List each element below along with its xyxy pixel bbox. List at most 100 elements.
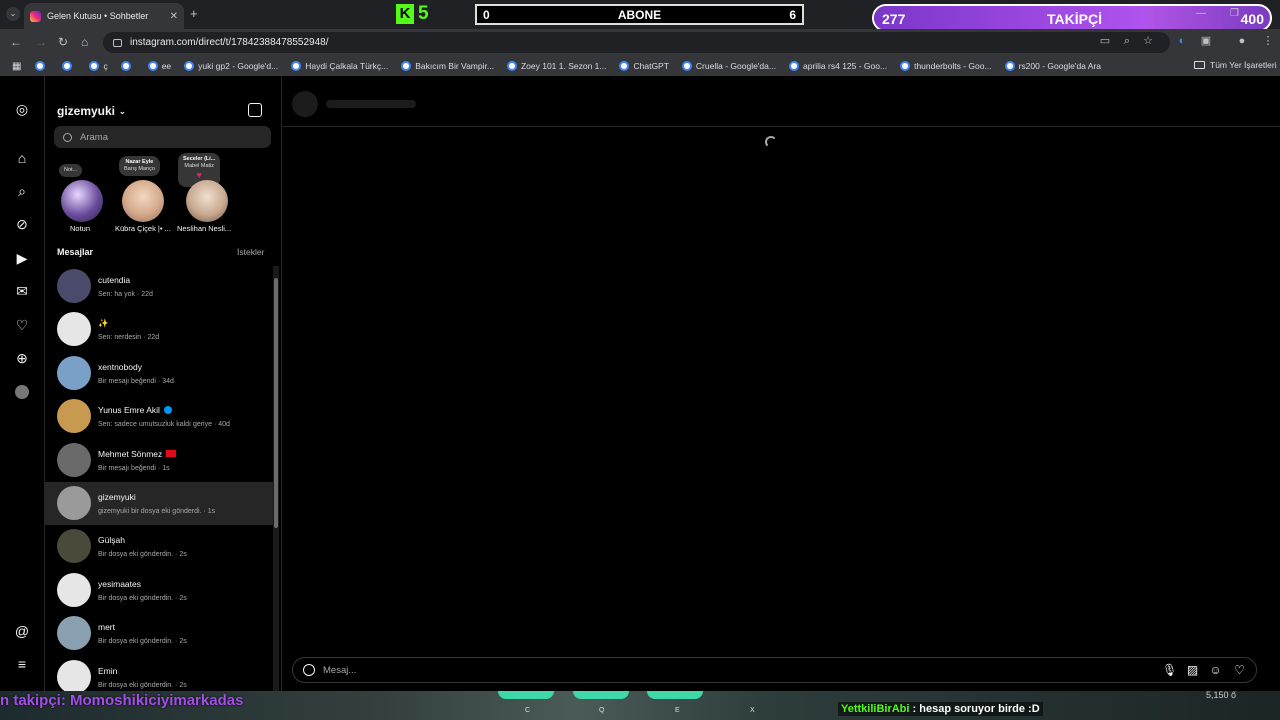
- conversation-row[interactable]: Gülşah Bir dosya eki gönderdin. · 2s: [45, 525, 273, 568]
- story-avatar[interactable]: [122, 180, 164, 222]
- image-icon[interactable]: ▨: [1186, 664, 1199, 677]
- bookmark-favicon-icon: [506, 61, 517, 71]
- install-app-icon[interactable]: ▭: [1099, 35, 1111, 47]
- window-controls[interactable]: — ❐: [1196, 8, 1239, 19]
- home-icon[interactable]: ⌂: [14, 150, 30, 166]
- conversation-name-line: mert: [98, 622, 115, 632]
- bookmark-star-icon[interactable]: ☆: [1142, 35, 1154, 47]
- messages-heading: Mesajlar: [57, 247, 94, 257]
- conversation-row[interactable]: xentnobody Bir mesajı beğendi · 34d: [45, 352, 273, 395]
- account-switcher[interactable]: gizemyuki ⌄: [57, 104, 126, 118]
- conversation-row[interactable]: gizemyuki gizemyuki bir dosya eki gönderd…: [45, 482, 273, 525]
- bookmark-item[interactable]: [120, 61, 135, 71]
- bookmark-item[interactable]: ChatGPT: [619, 61, 669, 71]
- conversation-scrollbar-thumb[interactable]: [274, 278, 278, 528]
- bookmark-item[interactable]: Cruella - Google'da...: [681, 61, 776, 71]
- conversation-row[interactable]: Yunus Emre Akil Sen: sadece umutsuzluk ka…: [45, 395, 273, 438]
- more-menu-icon[interactable]: ≡: [14, 656, 30, 672]
- bookmark-favicon-icon: [788, 61, 799, 71]
- forward-icon[interactable]: →: [35, 35, 47, 49]
- bookmark-item[interactable]: yuki gp2 - Google'd...: [184, 61, 278, 71]
- conversation-name-line: gizemyuki: [98, 492, 136, 502]
- heart-icon: ♥: [196, 170, 202, 180]
- conversation-row[interactable]: cutendia Sen: ha yok · 22d: [45, 265, 273, 308]
- conversation-row[interactable]: ✨ Sen: nerdesin · 22d: [45, 308, 273, 351]
- bookmark-label: Bakıcım Bir Vampir...: [415, 61, 494, 71]
- reload-icon[interactable]: ↻: [58, 35, 68, 49]
- avatar: [57, 572, 91, 607]
- story-name: Notun: [70, 224, 91, 233]
- search-icon[interactable]: ⌕: [14, 183, 30, 199]
- abone-label: ABONE: [617, 7, 662, 22]
- message-input[interactable]: [323, 664, 1143, 676]
- story-avatar[interactable]: [61, 180, 103, 222]
- conversation-preview: Bir mesajı beğendi · 34d: [98, 377, 174, 385]
- like-heart-icon[interactable]: ♡: [1233, 664, 1246, 677]
- notifications-heart-icon[interactable]: ♡: [14, 317, 30, 333]
- bookmark-item[interactable]: Bakıcım Bir Vampir...: [401, 61, 494, 71]
- story-avatar[interactable]: [186, 180, 228, 222]
- new-tab-icon[interactable]: +: [190, 6, 198, 21]
- kick-counter: K 5: [396, 3, 438, 25]
- account-username: gizemyuki: [57, 104, 116, 118]
- extension-icon[interactable]: ◐: [1176, 35, 1188, 47]
- profile-icon[interactable]: ●: [1236, 35, 1248, 47]
- profile-avatar[interactable]: [15, 385, 29, 399]
- bookmark-item[interactable]: [62, 61, 76, 71]
- browser-tab[interactable]: Gelen Kutusu • Sohbetler ✕: [24, 3, 184, 29]
- create-icon[interactable]: ⊕: [14, 350, 30, 366]
- conversation-name: gizemyuki: [98, 492, 136, 502]
- search-box[interactable]: Arama: [54, 126, 271, 148]
- avatar: [57, 529, 91, 564]
- bookmark-favicon-icon: [120, 61, 131, 71]
- reels-icon[interactable]: ▶: [14, 250, 30, 266]
- key-label: X: [750, 707, 755, 714]
- story-name: Neslihan Nesli...: [177, 224, 232, 233]
- requests-link[interactable]: İstekler: [237, 247, 264, 257]
- explore-compass-icon[interactable]: ⊘: [14, 216, 30, 232]
- conversation-name-line: Yunus Emre Akil: [98, 405, 172, 415]
- browser-menu-icon[interactable]: ⋮: [1262, 35, 1274, 47]
- address-bar[interactable]: instagram.com/direct/t/17842388478552948…: [103, 32, 1170, 53]
- new-message-icon[interactable]: [248, 103, 262, 117]
- bookmark-item[interactable]: [35, 61, 49, 71]
- conversation-row[interactable]: mert Bir dosya eki gönderdin. · 2s: [45, 612, 273, 655]
- extensions-puzzle-icon[interactable]: ▣: [1200, 35, 1212, 47]
- takipci-progress-fill: [874, 6, 1149, 30]
- bookmark-item[interactable]: rs200 - Google'da Ara: [1004, 61, 1101, 71]
- close-tab-icon[interactable]: ✕: [170, 11, 178, 22]
- sticker-icon[interactable]: ☺: [1209, 664, 1222, 677]
- conversation-row[interactable]: yesimaates Bir dosya eki gönderdin. · 2s: [45, 569, 273, 612]
- site-info-icon[interactable]: [113, 38, 122, 47]
- conversation-name: xentnobody: [98, 361, 142, 372]
- messenger-icon[interactable]: ✉: [14, 283, 30, 299]
- note-bubble[interactable]: Not...: [59, 164, 83, 177]
- home-icon[interactable]: ⌂: [81, 35, 88, 49]
- bookmark-item[interactable]: ee: [147, 61, 171, 71]
- bookmark-item[interactable]: thunderbolts - Goo...: [900, 61, 992, 71]
- zoom-icon[interactable]: ⌕: [1121, 35, 1133, 47]
- conversation-name-line: cutendia: [98, 275, 130, 285]
- bookmark-item[interactable]: ç: [89, 61, 108, 71]
- bookmark-item[interactable]: aprilia rs4 125 - Goo...: [788, 61, 887, 71]
- emoji-icon[interactable]: [303, 664, 315, 676]
- conversation-name-line: Mehmet Sönmez: [98, 449, 177, 459]
- verified-badge-icon: [163, 406, 172, 415]
- all-bookmarks-button[interactable]: Tüm Yer İşaretleri: [1194, 60, 1277, 70]
- apps-grid-icon[interactable]: ▦: [12, 61, 21, 72]
- note-bubble[interactable]: Nazar Eyle Barış Manço: [119, 156, 160, 176]
- bookmark-label: thunderbolts - Goo...: [914, 61, 992, 71]
- back-icon[interactable]: ←: [10, 35, 22, 49]
- microphone-icon[interactable]: 🎙: [1162, 664, 1177, 677]
- minimize-icon[interactable]: —: [1196, 8, 1206, 19]
- conversation-row[interactable]: Mehmet Sönmez Bir mesajı beğendi · 1s: [45, 439, 273, 482]
- tab-search-icon[interactable]: ⌄: [6, 7, 20, 21]
- takipci-current: 277: [882, 11, 906, 27]
- restore-icon[interactable]: ❐: [1230, 8, 1239, 19]
- instagram-logo-icon[interactable]: ◎: [14, 101, 30, 117]
- abone-goal-bar: 0 ABONE 6: [475, 4, 804, 25]
- threads-icon[interactable]: @: [14, 623, 30, 639]
- bookmark-item[interactable]: Haydi Çalkala Türkç...: [291, 61, 388, 71]
- bookmark-label: yuki gp2 - Google'd...: [198, 61, 279, 71]
- bookmark-item[interactable]: Zoey 101 1. Sezon 1...: [506, 61, 606, 71]
